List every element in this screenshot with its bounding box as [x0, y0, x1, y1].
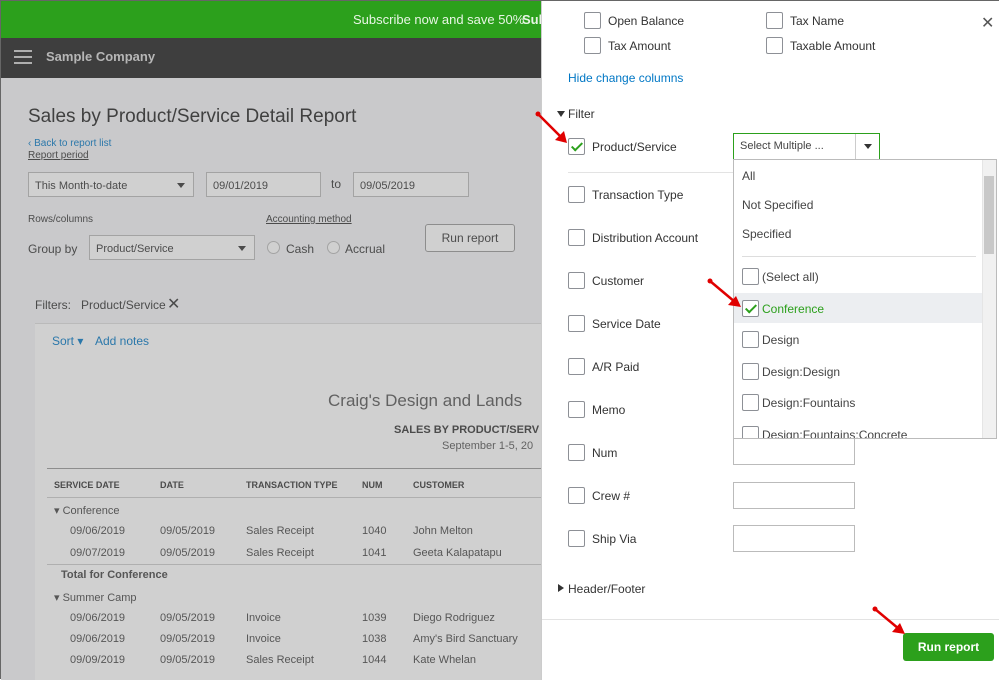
tax-amount-checkbox[interactable]: [584, 37, 601, 54]
close-icon[interactable]: ✕: [981, 13, 994, 33]
dropdown-divider: [742, 256, 976, 257]
option-design-fountains[interactable]: Design:Fountains: [734, 387, 982, 417]
option-label: Conference: [762, 302, 825, 316]
filter-ship-via-label: Ship Via: [592, 532, 637, 546]
filter-service-date-checkbox[interactable]: [568, 315, 585, 332]
filter-customer-label: Customer: [592, 274, 645, 288]
ship-via-input[interactable]: [733, 525, 855, 552]
option-design[interactable]: Design: [734, 324, 982, 354]
filter-transaction-type-checkbox[interactable]: [568, 186, 585, 203]
num-input[interactable]: [733, 438, 855, 465]
open-balance-label: Open Balance: [608, 14, 685, 28]
option-checkbox[interactable]: [742, 394, 759, 411]
modal-overlay[interactable]: [1, 38, 541, 680]
promo-text[interactable]: Subscribe now and save 50%: [353, 12, 524, 27]
tax-amount-label: Tax Amount: [608, 39, 671, 53]
multiselect-placeholder: Select Multiple ...: [740, 140, 824, 152]
option-checkbox[interactable]: [742, 363, 759, 380]
divider: [568, 172, 734, 173]
filter-distribution-account-label: Distribution Account: [592, 231, 699, 245]
filter-ship-via-checkbox[interactable]: [568, 530, 585, 547]
filter-memo-label: Memo: [592, 403, 626, 417]
option-label: Design: [762, 333, 800, 347]
option-label: Design:Design: [762, 365, 841, 379]
tax-name-label: Tax Name: [790, 14, 845, 28]
option-select-all[interactable]: (Select all): [734, 261, 982, 291]
filter-num-checkbox[interactable]: [568, 444, 585, 461]
taxable-amount-checkbox[interactable]: [766, 37, 783, 54]
hide-change-columns-link[interactable]: Hide change columns: [568, 71, 683, 85]
filter-distribution-account-checkbox[interactable]: [568, 229, 585, 246]
expand-header-footer-icon[interactable]: [558, 584, 564, 592]
option-design-design[interactable]: Design:Design: [734, 356, 982, 386]
option-conference[interactable]: Conference: [734, 293, 982, 323]
option-checkbox[interactable]: [742, 426, 759, 438]
filter-num-label: Num: [592, 446, 618, 460]
annotation-arrow-icon: [707, 278, 741, 307]
product-service-multiselect[interactable]: Select Multiple ...: [733, 133, 880, 160]
filter-transaction-type-label: Transaction Type: [592, 188, 684, 202]
filter-ar-paid-label: A/R Paid: [592, 360, 640, 374]
option-specified[interactable]: Specified: [742, 227, 791, 241]
open-balance-checkbox[interactable]: [584, 12, 601, 29]
scrollbar-thumb[interactable]: [984, 176, 994, 254]
dropdown-scrollbar[interactable]: [982, 160, 996, 438]
annotation-arrow-icon: [535, 111, 567, 143]
product-service-dropdown[interactable]: All Not Specified Specified (Select all)…: [733, 159, 997, 439]
filter-service-date-label: Service Date: [592, 317, 661, 331]
filter-memo-checkbox[interactable]: [568, 401, 585, 418]
panel-footer-divider: [542, 619, 999, 620]
filter-crew-label: Crew #: [592, 489, 631, 503]
option-label: Design:Fountains: [762, 396, 856, 410]
option-checkbox[interactable]: [742, 331, 759, 348]
option-label: Design:Fountains:Concrete: [762, 428, 908, 439]
run-report-button[interactable]: Run report: [903, 633, 994, 661]
taxable-amount-label: Taxable Amount: [790, 39, 876, 53]
option-all[interactable]: All: [742, 169, 755, 183]
filter-crew-checkbox[interactable]: [568, 487, 585, 504]
tax-name-checkbox[interactable]: [766, 12, 783, 29]
option-label: (Select all): [762, 270, 819, 284]
option-design-fountains-concrete[interactable]: Design:Fountains:Concrete: [734, 419, 982, 439]
filter-customer-checkbox[interactable]: [568, 272, 585, 289]
option-not-specified[interactable]: Not Specified: [742, 198, 813, 212]
annotation-arrow-icon: [872, 606, 905, 634]
header-footer-label[interactable]: Header/Footer: [568, 582, 645, 596]
crew-input[interactable]: [733, 482, 855, 509]
filter-product-service-label: Product/Service: [592, 140, 677, 154]
filter-ar-paid-checkbox[interactable]: [568, 358, 585, 375]
chevron-down-icon[interactable]: [855, 134, 879, 159]
